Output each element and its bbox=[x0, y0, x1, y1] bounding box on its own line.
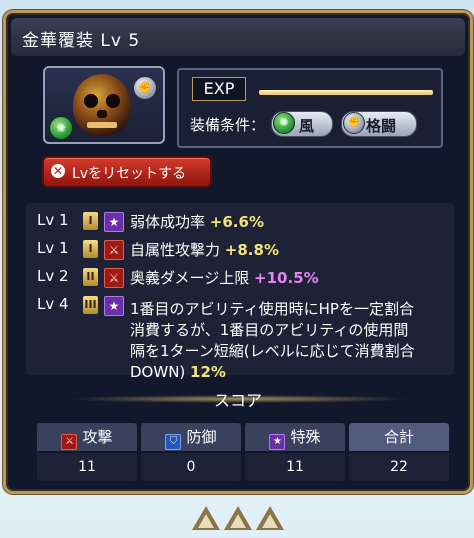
skull-nose bbox=[97, 110, 107, 118]
exp-bar bbox=[259, 90, 433, 95]
reset-level-button[interactable]: ✕ Lvをリセットする bbox=[42, 156, 212, 188]
shield-icon: ⛉ bbox=[165, 434, 182, 450]
skill-bonus: +6.6% bbox=[209, 213, 264, 231]
skull-eye-left bbox=[84, 94, 98, 108]
tier-badge: III bbox=[83, 296, 98, 314]
score-total: 合計 22 bbox=[349, 423, 449, 481]
skill-bonus: 12% bbox=[190, 363, 226, 381]
sword-icon: ⚔ bbox=[61, 434, 78, 450]
score-heading: スコア bbox=[213, 391, 262, 410]
skull-teeth bbox=[87, 122, 117, 128]
score-value: 11 bbox=[245, 453, 345, 481]
exp-panel: EXP 装備条件： ✺ 風 ✊ 格闘 bbox=[177, 68, 443, 148]
score-value: 0 bbox=[141, 453, 241, 481]
fist-icon: ✊ bbox=[133, 76, 157, 100]
skill-name: 自属性攻撃力 +8.8% bbox=[130, 241, 279, 259]
score-attack: ⚔ 攻撃 11 bbox=[37, 423, 137, 481]
triangle-icon bbox=[192, 506, 220, 530]
skill-level: Lv 1 bbox=[37, 239, 69, 257]
score-header: 合計 bbox=[349, 423, 449, 451]
equip-condition-label: 装備条件： bbox=[190, 116, 266, 134]
equip-weapon-label: 格闘 bbox=[366, 117, 397, 135]
reset-level-label: Lvをリセットする bbox=[72, 166, 187, 182]
sword-icon: ⚔ bbox=[104, 240, 124, 260]
skill-name: 弱体成功率 +6.6% bbox=[130, 213, 264, 231]
skill-name: 奥義ダメージ上限 +10.5% bbox=[130, 269, 319, 287]
skill-bonus: +8.8% bbox=[224, 241, 279, 259]
title-bar: 金華覆装 Lv 5 bbox=[11, 18, 465, 56]
skull-eye-right bbox=[106, 94, 120, 108]
score-special: ★ 特殊 11 bbox=[245, 423, 345, 481]
equip-element-label: 風 bbox=[299, 117, 315, 135]
star-icon: ★ bbox=[104, 296, 124, 316]
score-header: ★ 特殊 bbox=[245, 423, 345, 451]
item-thumbnail[interactable]: ✺ ✊ bbox=[43, 66, 165, 144]
tier-badge: II bbox=[83, 268, 98, 286]
wind-icon: ✺ bbox=[273, 112, 295, 134]
exp-bar-fill bbox=[259, 90, 433, 95]
triangle-icon bbox=[256, 506, 284, 530]
skill-bonus: +10.5% bbox=[254, 269, 319, 287]
score-value: 11 bbox=[37, 453, 137, 481]
skill-level: Lv 4 bbox=[37, 295, 69, 313]
score-defense: ⛉ 防御 0 bbox=[141, 423, 241, 481]
tier-badge: I bbox=[83, 212, 98, 230]
wind-icon: ✺ bbox=[49, 116, 73, 140]
skill-description: 1番目のアビリティ使用時にHPを一定割合 消費するが、1番目のアビリティの使用間… bbox=[130, 300, 415, 381]
window-title: 金華覆装 Lv 5 bbox=[22, 31, 141, 51]
tier-badge: I bbox=[83, 240, 98, 258]
score-table: ⚔ 攻撃 11 ⛉ 防御 0 ★ 特殊 11 合計 22 bbox=[37, 423, 449, 485]
score-header: ⚔ 攻撃 bbox=[37, 423, 137, 451]
skill-level: Lv 1 bbox=[37, 211, 69, 229]
equip-weapon-pill: ✊ 格闘 bbox=[341, 111, 417, 137]
skill-list: Lv 1 I ★ 弱体成功率 +6.6% Lv 1 I ⚔ 自属性攻撃力 +8.… bbox=[26, 203, 454, 381]
fist-icon: ✊ bbox=[343, 112, 365, 134]
exp-label: EXP bbox=[192, 77, 246, 101]
skull-icon bbox=[73, 74, 131, 136]
sword-icon: ⚔ bbox=[104, 268, 124, 288]
triangle-icon bbox=[224, 506, 252, 530]
star-icon: ★ bbox=[104, 212, 124, 232]
item-detail-panel: 金華覆装 Lv 5 ✺ ✊ EXP 装備条件： ✺ 風 ✊ 格闘 ✕ Lvをリセ… bbox=[3, 10, 473, 494]
score-value: 22 bbox=[349, 453, 449, 481]
skill-level: Lv 2 bbox=[37, 267, 69, 285]
score-header: ⛉ 防御 bbox=[141, 423, 241, 451]
star-icon: ★ bbox=[269, 434, 286, 450]
footer-emblems bbox=[192, 506, 284, 532]
close-circle-icon: ✕ bbox=[51, 164, 65, 178]
equip-element-pill: ✺ 風 bbox=[271, 111, 333, 137]
